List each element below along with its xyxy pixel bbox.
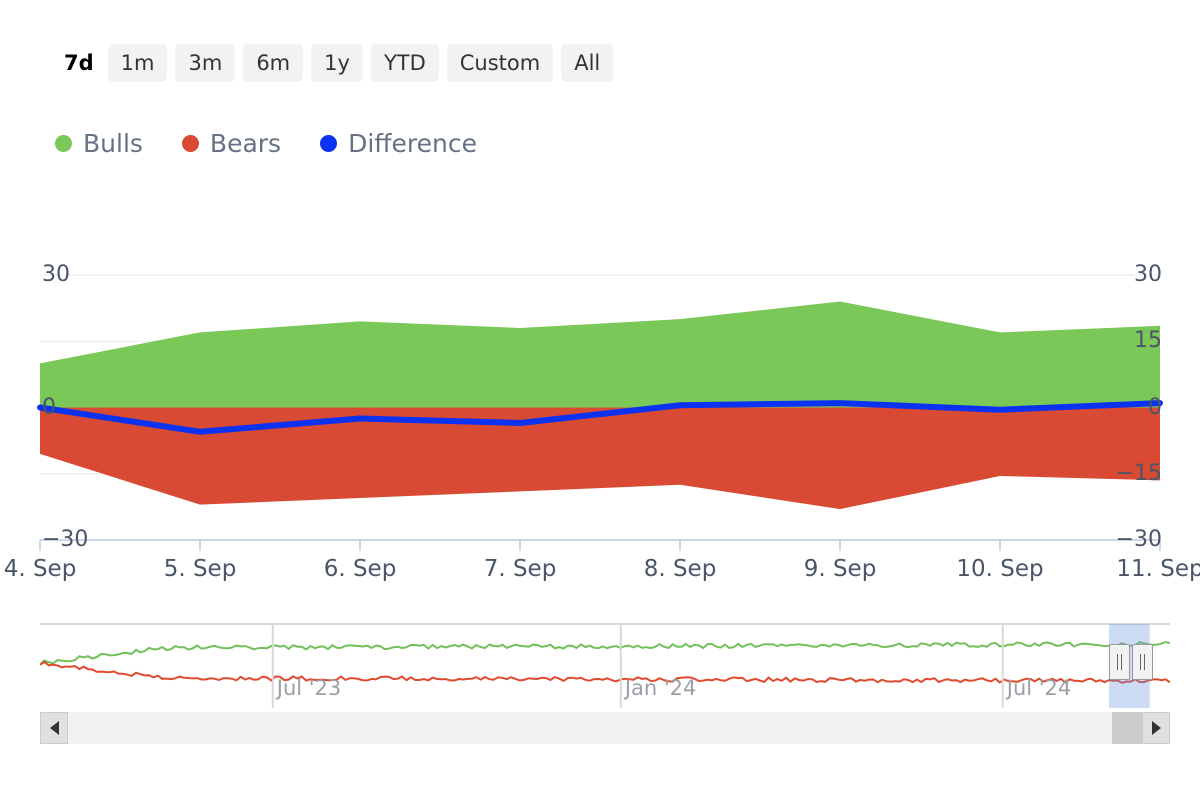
y-axis-right-label: −15 — [1116, 463, 1162, 485]
arrow-right-icon — [1152, 721, 1161, 735]
bears-area — [40, 408, 1160, 510]
legend-marker-icon — [182, 135, 199, 152]
legend-label: Bears — [210, 131, 281, 156]
scroll-right-button[interactable] — [1142, 712, 1170, 744]
y-axis-right-label: 15 — [1134, 330, 1162, 352]
x-axis-label: 9. Sep — [804, 558, 877, 581]
y-axis-right-label: 0 — [1148, 397, 1162, 419]
x-axis-label: 10. Sep — [956, 558, 1043, 581]
navigator-scrollbar[interactable] — [40, 712, 1170, 744]
navigator-tick-label: Jan '24 — [625, 678, 697, 699]
chart-plot-svg — [0, 240, 1200, 590]
navigator-handle-left[interactable] — [1109, 644, 1130, 680]
arrow-left-icon — [50, 721, 59, 735]
y-axis-left-label: 0 — [42, 397, 56, 419]
x-axis-label: 8. Sep — [644, 558, 717, 581]
x-axis-label: 6. Sep — [324, 558, 397, 581]
scroll-left-button[interactable] — [40, 712, 68, 744]
x-axis-label: 11. Sep — [1116, 558, 1200, 581]
legend-label: Bulls — [83, 131, 143, 156]
bulls-area — [40, 302, 1160, 408]
y-axis-left-label: 30 — [42, 264, 70, 286]
y-axis-left-label: −30 — [42, 529, 88, 551]
grip-line — [1121, 654, 1122, 670]
grip-line — [1117, 654, 1118, 670]
y-axis-right-label: −30 — [1116, 529, 1162, 551]
range-button-ytd[interactable]: YTD — [371, 44, 439, 82]
legend-marker-icon — [320, 135, 337, 152]
scrollbar-track[interactable] — [68, 712, 1142, 744]
navigator-bulls-line — [40, 642, 1170, 664]
navigator-handle-right[interactable] — [1132, 644, 1153, 680]
scrollbar-thumb[interactable] — [1112, 712, 1142, 744]
y-axis-right-label: 30 — [1134, 264, 1162, 286]
navigator[interactable]: Jul '23 Jan '24 Jul '24 — [40, 622, 1170, 710]
range-button-1m[interactable]: 1m — [108, 44, 168, 82]
legend-item-bulls[interactable]: Bulls — [55, 131, 143, 156]
grip-line — [1144, 654, 1145, 670]
x-axis-label: 7. Sep — [484, 558, 557, 581]
range-button-1y[interactable]: 1y — [311, 44, 363, 82]
navigator-sparkline-svg — [40, 622, 1170, 710]
navigator-tick-label: Jul '23 — [277, 678, 342, 699]
grip-line — [1140, 654, 1141, 670]
range-button-all[interactable]: All — [561, 44, 613, 82]
legend-item-difference[interactable]: Difference — [320, 131, 477, 156]
chart-legend: Bulls Bears Difference — [55, 131, 477, 156]
range-button-6m[interactable]: 6m — [243, 44, 303, 82]
range-selector: 7d1m3m6m1yYTDCustomAll — [58, 44, 613, 82]
navigator-bears-line — [40, 662, 1170, 683]
chart-page: 7d1m3m6m1yYTDCustomAll Bulls Bears Differe… — [0, 0, 1200, 800]
range-button-3m[interactable]: 3m — [175, 44, 235, 82]
range-button-custom[interactable]: Custom — [447, 44, 553, 82]
main-chart: 30 0 −30 30 15 0 −15 −30 4. Sep 5. Sep 6. Sep 7. S… — [0, 240, 1200, 590]
legend-label: Difference — [348, 131, 477, 156]
x-axis-label: 4. Sep — [4, 558, 77, 581]
range-button-7d[interactable]: 7d — [58, 44, 100, 82]
legend-item-bears[interactable]: Bears — [182, 131, 281, 156]
navigator-tick-label: Jul '24 — [1007, 678, 1072, 699]
navigator-handle-group[interactable] — [1109, 644, 1153, 680]
legend-marker-icon — [55, 135, 72, 152]
x-axis-label: 5. Sep — [164, 558, 237, 581]
